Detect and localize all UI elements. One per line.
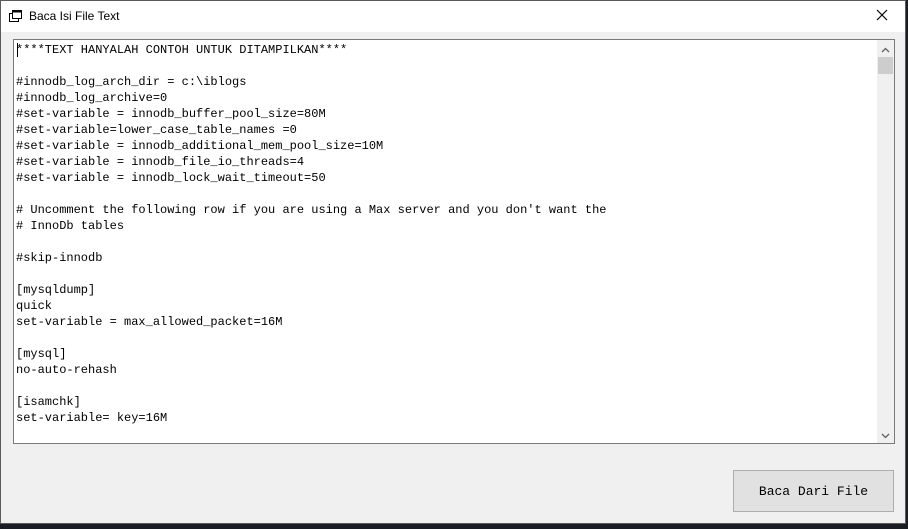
scroll-up-button[interactable] xyxy=(877,40,894,57)
app-icon xyxy=(9,10,22,23)
close-button[interactable] xyxy=(859,1,905,32)
text-caret xyxy=(17,43,18,57)
scroll-down-button[interactable] xyxy=(877,426,894,443)
chevron-up-icon xyxy=(881,40,890,58)
title-bar[interactable]: Baca Isi File Text xyxy=(1,1,905,32)
file-content[interactable]: ****TEXT HANYALAH CONTOH UNTUK DITAMPILK… xyxy=(16,42,876,440)
chevron-down-icon xyxy=(881,426,890,444)
window-title: Baca Isi File Text xyxy=(29,9,120,23)
scroll-thumb[interactable] xyxy=(878,57,893,74)
read-file-button[interactable]: Baca Dari File xyxy=(733,470,894,512)
vertical-scrollbar[interactable] xyxy=(877,40,894,443)
close-icon xyxy=(876,8,888,26)
main-window: Baca Isi File Text ****TEXT HANYALAH CON… xyxy=(0,0,906,524)
file-text-area[interactable]: ****TEXT HANYALAH CONTOH UNTUK DITAMPILK… xyxy=(13,39,895,444)
